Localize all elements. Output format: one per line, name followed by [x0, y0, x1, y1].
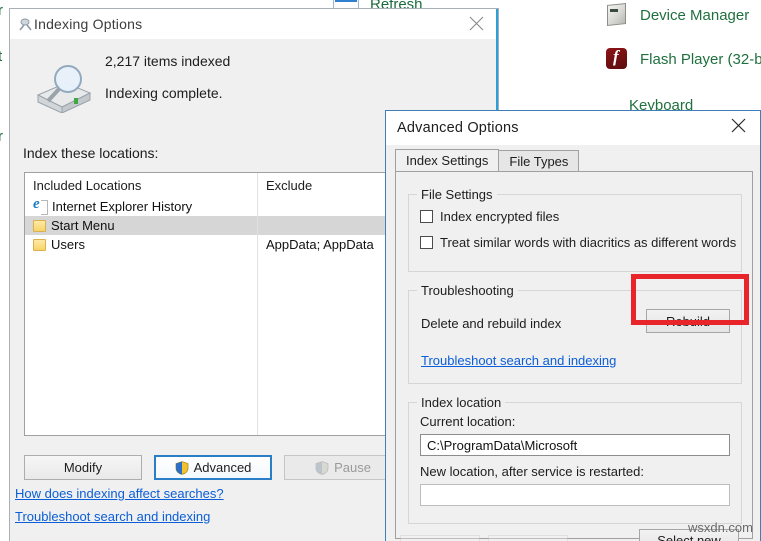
location-name: Internet Explorer History — [52, 199, 193, 214]
uac-shield-icon — [315, 460, 329, 475]
advanced-options-tabs: Index Settings File Types — [395, 149, 580, 172]
index-locations-label: Index these locations: — [23, 145, 159, 161]
checkbox-label: Treat similar words with diacritics as d… — [440, 235, 737, 250]
modify-button-label: Modify — [63, 460, 103, 475]
screenshot-root: Refresh Device Manager Flash Player (32-… — [0, 0, 761, 541]
cp-item-label: Device Manager — [640, 6, 750, 24]
checkbox-box[interactable] — [420, 236, 433, 249]
folder-icon — [33, 219, 46, 232]
index-settings-tab-panel: File Settings Index encrypted files Trea… — [395, 171, 753, 541]
close-icon[interactable] — [716, 111, 760, 140]
indexing-options-icon — [18, 16, 34, 32]
file-settings-group: File Settings Index encrypted files Trea… — [408, 187, 742, 272]
troubleshooting-legend: Troubleshooting — [417, 283, 518, 298]
close-icon[interactable] — [454, 9, 498, 38]
uac-shield-icon — [175, 460, 189, 475]
indexed-count-text: 2,217 items indexed — [105, 53, 231, 69]
modify-button[interactable]: Modify — [24, 455, 142, 480]
link-troubleshoot-search-and-indexing[interactable]: Troubleshoot search and indexing — [421, 353, 616, 368]
new-location-field[interactable] — [420, 484, 730, 506]
cp-item-device-manager[interactable]: Device Manager — [604, 2, 749, 28]
advanced-options-title: Advanced Options — [397, 120, 519, 136]
advanced-button-label: Advanced — [193, 460, 252, 475]
tab-file-types[interactable]: File Types — [498, 150, 580, 172]
edge-fragment-1: r — [0, 2, 3, 19]
flash-player-icon — [604, 46, 630, 72]
location-name: Users — [51, 237, 85, 252]
indexing-help-links: How does indexing affect searches? Troub… — [15, 486, 224, 532]
checkbox-treat-diacritics[interactable]: Treat similar words with diacritics as d… — [420, 235, 736, 250]
advanced-options-window: Advanced Options Index Settings File Typ… — [385, 110, 761, 541]
index-drive-magnifier-icon — [32, 61, 94, 114]
column-header-included-locations: Included Locations — [33, 177, 142, 193]
troubleshooting-group: Troubleshooting Delete and rebuild index… — [408, 283, 742, 384]
cp-item-flash-player[interactable]: Flash Player (32-bit) — [604, 46, 761, 72]
checkbox-index-encrypted-files[interactable]: Index encrypted files — [420, 209, 559, 224]
ok-button[interactable]: OK — [400, 535, 480, 541]
delete-rebuild-description: Delete and rebuild index — [421, 316, 562, 331]
rebuild-button[interactable]: Rebuild — [646, 309, 730, 333]
current-location-field[interactable]: C:\ProgramData\Microsoft — [420, 434, 730, 456]
cancel-button[interactable]: Cancel — [488, 535, 568, 541]
indexing-options-title: Indexing Options — [34, 16, 143, 32]
advanced-options-footer: OK Cancel — [400, 535, 568, 541]
new-location-label: New location, after service is restarted… — [420, 464, 644, 479]
cp-item-label: Flash Player (32-bit) — [640, 50, 761, 68]
checkbox-label: Index encrypted files — [440, 209, 560, 224]
tab-label: Index Settings — [406, 153, 489, 168]
device-manager-icon — [604, 2, 630, 28]
indexing-options-buttons: Modify Advanced Pause — [24, 455, 402, 480]
watermark: wsxdn.com — [687, 520, 753, 535]
link-how-does-indexing-affect-searches[interactable]: How does indexing affect searches? — [15, 486, 224, 501]
index-location-legend: Index location — [417, 395, 506, 410]
edge-fragment-3: r — [0, 128, 3, 145]
internet-explorer-icon — [33, 196, 48, 215]
pause-button-label: Pause — [334, 460, 371, 475]
indexing-options-titlebar: Indexing Options — [10, 9, 498, 39]
current-location-value: C:\ProgramData\Microsoft — [427, 437, 578, 453]
tab-index-settings[interactable]: Index Settings — [395, 149, 500, 172]
current-location-label: Current location: — [420, 414, 516, 429]
edge-fragment-2: t — [0, 48, 3, 65]
checkbox-box[interactable] — [420, 210, 433, 223]
advanced-button[interactable]: Advanced — [154, 455, 272, 480]
link-troubleshoot-search-and-indexing[interactable]: Troubleshoot search and indexing — [15, 509, 224, 524]
indexing-status-text: Indexing complete. — [105, 85, 223, 101]
tab-label: File Types — [509, 153, 569, 169]
advanced-options-titlebar: Advanced Options — [386, 111, 760, 145]
index-location-group: Index location Current location: C:\Prog… — [408, 395, 742, 524]
file-settings-legend: File Settings — [417, 187, 497, 202]
rebuild-button-label: Rebuild — [665, 313, 711, 329]
list-column-divider — [257, 173, 258, 435]
location-name: Start Menu — [51, 218, 115, 233]
folder-icon — [33, 238, 46, 251]
